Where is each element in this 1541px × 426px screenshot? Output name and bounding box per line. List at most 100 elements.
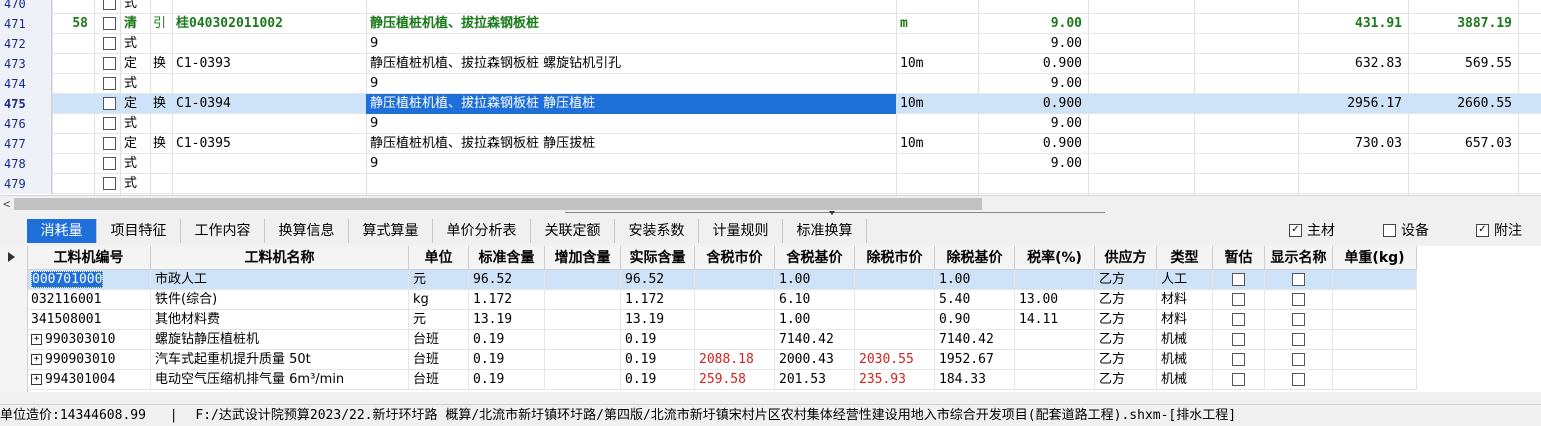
scroll-left-arrow-icon[interactable]: < [3, 196, 10, 212]
cell-name[interactable] [366, 174, 896, 194]
cell-code[interactable]: C1-0395 [172, 134, 366, 154]
cell-weight[interactable] [1333, 350, 1417, 370]
cell-name[interactable] [366, 0, 896, 14]
row-checkbox[interactable] [102, 137, 116, 150]
tab-9[interactable]: 计量规则 [699, 219, 783, 243]
tab-2[interactable]: 项目特征 [97, 219, 181, 243]
check-3[interactable]: ✓ 附注 [1476, 221, 1522, 241]
cell-code[interactable]: +990903010 [27, 350, 151, 370]
tab-10[interactable]: 标准换算 [783, 219, 867, 243]
resource-code[interactable]: 341508001 [31, 312, 101, 327]
column-header[interactable]: 类型 [1157, 246, 1213, 270]
checkbox[interactable] [1292, 333, 1305, 346]
resource-code[interactable]: 032116001 [31, 292, 101, 307]
row-checkbox-cell[interactable] [94, 74, 120, 94]
column-header[interactable]: 标准含量 [469, 246, 545, 270]
cell-code[interactable]: 000701000 [27, 270, 151, 290]
cell-weight[interactable] [1333, 270, 1417, 290]
cell-code[interactable] [172, 114, 366, 134]
resource-row[interactable]: +990303010 螺旋钻静压植桩机 台班 0.19 0.19 7140.42 7140.… [27, 330, 1417, 350]
checkbox[interactable] [1292, 373, 1305, 386]
cell-name[interactable]: 9 [366, 114, 896, 134]
row-checkbox[interactable] [102, 57, 116, 70]
row-checkbox-cell[interactable] [94, 154, 120, 174]
cell-est[interactable] [1213, 290, 1265, 310]
cell-show[interactable] [1265, 330, 1333, 350]
cell-code[interactable]: +990303010 [27, 330, 151, 350]
cell-code[interactable] [172, 74, 366, 94]
column-header[interactable]: 除税市价 [855, 246, 935, 270]
cell-est[interactable] [1213, 310, 1265, 330]
cell-weight[interactable] [1333, 370, 1417, 390]
row-checkbox-cell[interactable] [94, 34, 120, 54]
cell-name[interactable]: 9 [366, 154, 896, 174]
tab-1[interactable]: 消耗量 [27, 219, 97, 243]
cell-name[interactable]: 市政人工 [151, 270, 409, 290]
checkbox[interactable] [1292, 293, 1305, 306]
cell-code[interactable] [172, 154, 366, 174]
cell-name[interactable]: 静压植桩机植、拔拉森钢板桩 螺旋钻机引孔 [366, 54, 896, 74]
row-checkbox[interactable] [102, 177, 116, 190]
row-checkbox[interactable] [102, 0, 116, 10]
row-checkbox-cell[interactable] [94, 0, 120, 14]
column-header[interactable]: 工料机编号 [27, 246, 151, 270]
cell-show[interactable] [1265, 350, 1333, 370]
checkbox[interactable] [1232, 373, 1245, 386]
cell-code[interactable]: +994301004 [27, 370, 151, 390]
checkbox[interactable] [1232, 273, 1245, 286]
row-checkbox-cell[interactable] [94, 114, 120, 134]
cell-name[interactable]: 铁件(综合) [151, 290, 409, 310]
expand-icon[interactable]: + [31, 374, 42, 385]
column-header[interactable]: 税率(%) [1015, 246, 1095, 270]
cell-show[interactable] [1265, 310, 1333, 330]
tab-3[interactable]: 工作内容 [181, 219, 265, 243]
checkbox-2[interactable] [1383, 223, 1396, 237]
cell-name[interactable]: 静压植桩机植、拔拉森钢板桩 静压植桩 [366, 94, 896, 114]
column-header[interactable]: 含税基价 [775, 246, 855, 270]
column-header[interactable]: 单位 [409, 246, 469, 270]
checkbox[interactable] [1232, 353, 1245, 366]
cell-name[interactable]: 9 [366, 74, 896, 94]
row-checkbox-cell[interactable] [94, 174, 120, 194]
cell-code[interactable]: 341508001 [27, 310, 151, 330]
row-checkbox[interactable] [102, 37, 116, 50]
table-row[interactable]: 472 式 9 9.00 [0, 34, 1541, 54]
cell-weight[interactable] [1333, 310, 1417, 330]
table-row[interactable]: 477 定换 C1-0395 静压植桩机植、拔拉森钢板桩 静压拔桩 10m 0.900 73… [0, 134, 1541, 154]
expand-icon[interactable]: + [31, 354, 42, 365]
row-checkbox-cell[interactable] [94, 134, 120, 154]
column-header[interactable]: 供应方 [1095, 246, 1157, 270]
expand-icon[interactable]: + [31, 334, 42, 345]
checkbox-1[interactable]: ✓ [1289, 223, 1302, 237]
cell-est[interactable] [1213, 350, 1265, 370]
cell-code[interactable] [172, 174, 366, 194]
column-header[interactable]: 单重(kg) [1333, 246, 1417, 270]
tab-5[interactable]: 算式算量 [349, 219, 433, 243]
cell-weight[interactable] [1333, 290, 1417, 310]
cell-est[interactable] [1213, 330, 1265, 350]
row-checkbox[interactable] [102, 117, 116, 130]
table-row[interactable]: 470 式 [0, 0, 1541, 14]
resource-code[interactable]: 990303010 [45, 332, 115, 347]
tab-8[interactable]: 安装系数 [615, 219, 699, 243]
check-2[interactable]: 设备 [1383, 221, 1429, 241]
column-header[interactable]: 显示名称 [1265, 246, 1333, 270]
checkbox[interactable] [1292, 353, 1305, 366]
cell-name[interactable]: 其他材料费 [151, 310, 409, 330]
cell-name[interactable]: 螺旋钻静压植桩机 [151, 330, 409, 350]
scrollbar-thumb[interactable] [14, 198, 982, 210]
cell-name[interactable]: 电动空气压缩机排气量 6m³/min [151, 370, 409, 390]
checkbox-3[interactable]: ✓ [1476, 223, 1489, 237]
cell-name[interactable]: 静压植桩机植、拔拉森钢板桩 [366, 14, 896, 34]
table-row[interactable]: 478 式 9 9.00 [0, 154, 1541, 174]
cell-code[interactable] [172, 0, 366, 14]
checkbox[interactable] [1232, 293, 1245, 306]
splitter[interactable] [565, 212, 1105, 219]
row-checkbox-cell[interactable] [94, 14, 120, 34]
row-checkbox[interactable] [102, 17, 116, 30]
column-header[interactable]: 工料机名称 [151, 246, 409, 270]
resource-code[interactable]: 994301004 [45, 372, 115, 387]
row-checkbox[interactable] [102, 77, 116, 90]
tab-7[interactable]: 关联定额 [531, 219, 615, 243]
cell-est[interactable] [1213, 370, 1265, 390]
